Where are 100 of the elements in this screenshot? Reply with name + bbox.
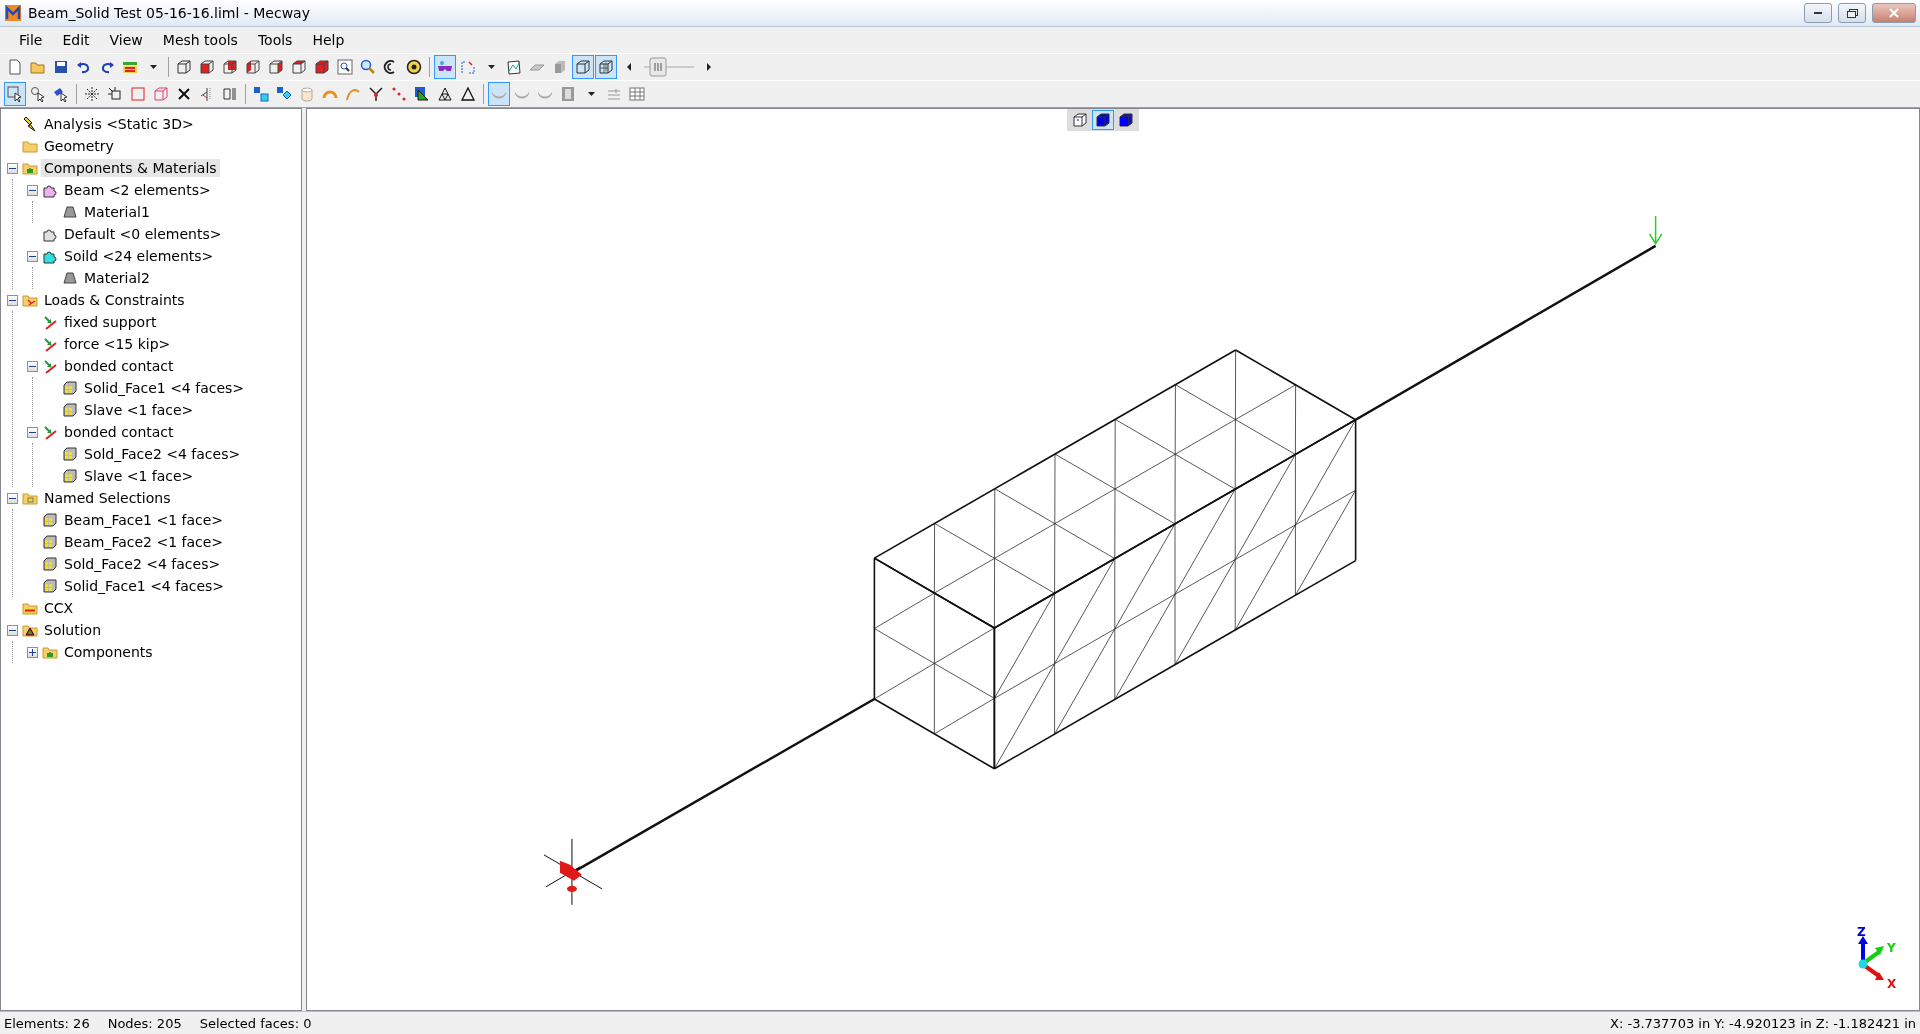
graph-icon — [506, 59, 522, 75]
cube-front-icon — [199, 59, 215, 75]
cube-right-icon — [268, 59, 284, 75]
tree-item[interactable]: Analysis <Static 3D> — [41, 115, 197, 133]
tree-item[interactable]: Solid_Face1 <4 faces> — [81, 379, 248, 397]
triangle-fill-icon — [414, 86, 430, 102]
zoom-fit-icon — [406, 59, 422, 75]
close-icon — [1889, 8, 1899, 18]
tree-item[interactable]: Solid_Face1 <4 faces> — [61, 577, 228, 595]
minimize-button[interactable] — [1804, 3, 1832, 23]
collapse-icon[interactable] — [7, 162, 18, 174]
wire-cube-icon — [176, 59, 192, 75]
faces-cube-icon — [42, 556, 58, 572]
cube-back-icon — [222, 59, 238, 75]
square-icon — [130, 86, 146, 102]
folder-icon — [30, 59, 46, 75]
tree-item[interactable]: Named Selections — [41, 489, 174, 507]
close-button[interactable] — [1872, 3, 1916, 23]
load-icon — [42, 336, 58, 352]
solver-folder-icon — [22, 600, 38, 616]
collapse-icon[interactable] — [27, 250, 38, 262]
menu-item[interactable]: Edit — [53, 30, 99, 50]
collapse-icon[interactable] — [7, 294, 18, 306]
tree-item[interactable]: Components — [61, 643, 156, 661]
lightning-icon — [22, 116, 38, 132]
dropdown-icon — [487, 65, 495, 69]
tree-item[interactable]: Material2 — [81, 269, 153, 287]
tree-item[interactable]: Beam_Face2 <1 face> — [61, 533, 227, 551]
tree-item[interactable]: Slave <1 face> — [81, 467, 197, 485]
mesh-cube-icon — [598, 59, 614, 75]
block-icon — [552, 59, 568, 75]
material-icon — [62, 270, 78, 286]
tree-item[interactable]: CCX — [41, 599, 77, 617]
tree-item[interactable]: bonded contact — [61, 423, 177, 441]
tree-item[interactable]: Geometry — [41, 137, 117, 155]
cylinder-icon — [299, 86, 315, 102]
x-axis-label: X — [1887, 978, 1897, 990]
pointer-icon — [30, 86, 46, 102]
faces-cube-icon — [42, 578, 58, 594]
tree-item[interactable]: Solution — [41, 621, 105, 639]
material-icon — [62, 204, 78, 220]
tree-item[interactable]: Slave <1 face> — [81, 401, 197, 419]
menu-item[interactable]: View — [100, 30, 152, 50]
undo-icon — [76, 59, 92, 75]
fork-icon — [368, 86, 384, 102]
tree-item[interactable]: Sold_Face2 <4 faces> — [61, 555, 224, 573]
menu-item[interactable]: Help — [303, 30, 354, 50]
collapse-icon[interactable] — [27, 426, 38, 438]
tree-item[interactable]: Components & Materials — [41, 159, 220, 177]
wire-cube-icon — [153, 86, 169, 102]
dots-icon — [391, 86, 407, 102]
menu-item[interactable]: File — [10, 30, 52, 50]
dropdown-icon — [149, 65, 157, 69]
tree-item[interactable]: force <15 kip> — [61, 335, 174, 353]
wire-cube-icon — [575, 59, 591, 75]
collapse-icon[interactable] — [7, 624, 18, 636]
nodes-diamond-icon — [276, 86, 292, 102]
menu-item[interactable]: Mesh tools — [153, 30, 247, 50]
solver-icon — [122, 59, 138, 75]
restore-icon — [1846, 8, 1858, 18]
pointer-multi-icon — [53, 86, 69, 102]
triangle-mesh-icon — [437, 86, 453, 102]
expand-icon[interactable] — [27, 646, 38, 658]
collapse-icon[interactable] — [27, 184, 38, 196]
cube-left-icon — [245, 59, 261, 75]
folder-icon — [22, 138, 38, 154]
window-title: Beam_Solid Test 05-16-16.liml - Mecway — [28, 5, 311, 21]
status-text: Nodes: 205 — [107, 1015, 182, 1031]
menu-item[interactable]: Tools — [248, 30, 302, 50]
axis-triad-drawing — [1858, 936, 1884, 982]
faces-cube-icon — [42, 512, 58, 528]
tree-item[interactable]: Sold_Face2 <4 faces> — [81, 445, 244, 463]
tree-item[interactable]: Material1 — [81, 203, 153, 221]
select-box-icon — [7, 86, 23, 102]
redo-icon — [99, 59, 115, 75]
toolbar-button[interactable] — [4, 82, 26, 106]
table-icon — [629, 86, 645, 102]
puzzle-folder-icon — [42, 644, 58, 660]
tree-item[interactable]: fixed support — [61, 313, 160, 331]
collapse-icon[interactable] — [7, 492, 18, 504]
tree-item[interactable]: Soild <24 elements> — [61, 247, 217, 265]
tree-item[interactable]: Beam <2 elements> — [61, 181, 214, 199]
tree-item[interactable]: bonded contact — [61, 357, 177, 375]
cursor-coordinates: X: -3.737703 in Y: -4.920123 in Z: -1.182421 in — [1610, 1015, 1916, 1031]
triangle-icon — [460, 86, 476, 102]
tree-item[interactable]: Default <0 elements> — [61, 225, 225, 243]
z-axis-label: Z — [1857, 926, 1866, 938]
force-arrow — [1648, 215, 1663, 246]
film-icon — [560, 86, 576, 102]
load-icon — [42, 358, 58, 374]
shaded-cube-icon — [1118, 112, 1134, 128]
solution-folder-icon — [22, 622, 38, 638]
maximize-button[interactable] — [1838, 3, 1866, 23]
fixed-support-drawing — [543, 838, 603, 906]
collapse-icon[interactable] — [27, 360, 38, 372]
burst-icon — [84, 86, 100, 102]
solid-cube-icon — [1095, 112, 1111, 128]
tree-item[interactable]: Loads & Constraints — [41, 291, 188, 309]
view-mode-button[interactable] — [1092, 110, 1114, 130]
tree-item[interactable]: Beam_Face1 <1 face> — [61, 511, 227, 529]
